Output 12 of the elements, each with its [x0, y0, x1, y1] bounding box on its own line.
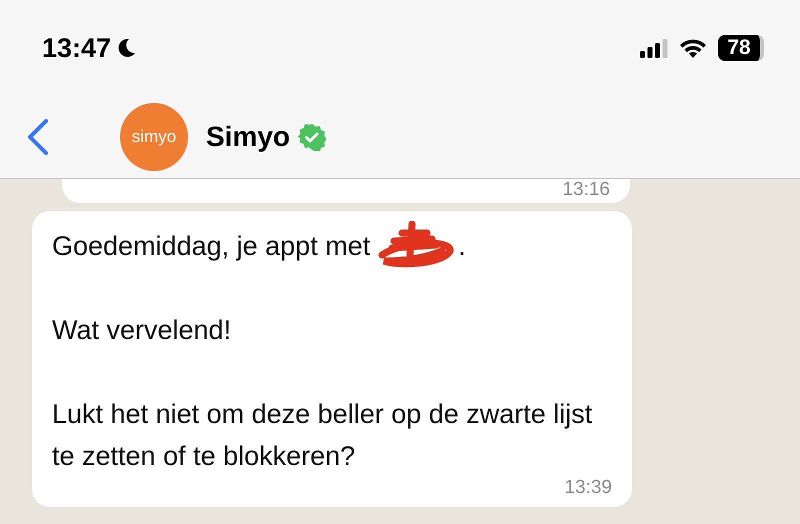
battery-indicator: 78 — [718, 35, 764, 61]
wifi-icon — [678, 37, 708, 59]
back-icon[interactable] — [26, 118, 50, 156]
message-text: Lukt het niet om deze beller op de zwarte lijst te zetten of te blokkeren? — [52, 398, 594, 473]
status-time: 13:47 — [42, 32, 112, 64]
contact-name[interactable]: Simyo — [206, 121, 290, 153]
signal-icon — [640, 38, 668, 58]
message-time: 13:16 — [562, 179, 610, 201]
message-text: Wat vervelend! — [52, 314, 232, 347]
message-time: 13:39 — [564, 477, 612, 499]
message-text: Goedemiddag, je appt met — [52, 230, 370, 263]
message-text: . — [458, 230, 466, 263]
